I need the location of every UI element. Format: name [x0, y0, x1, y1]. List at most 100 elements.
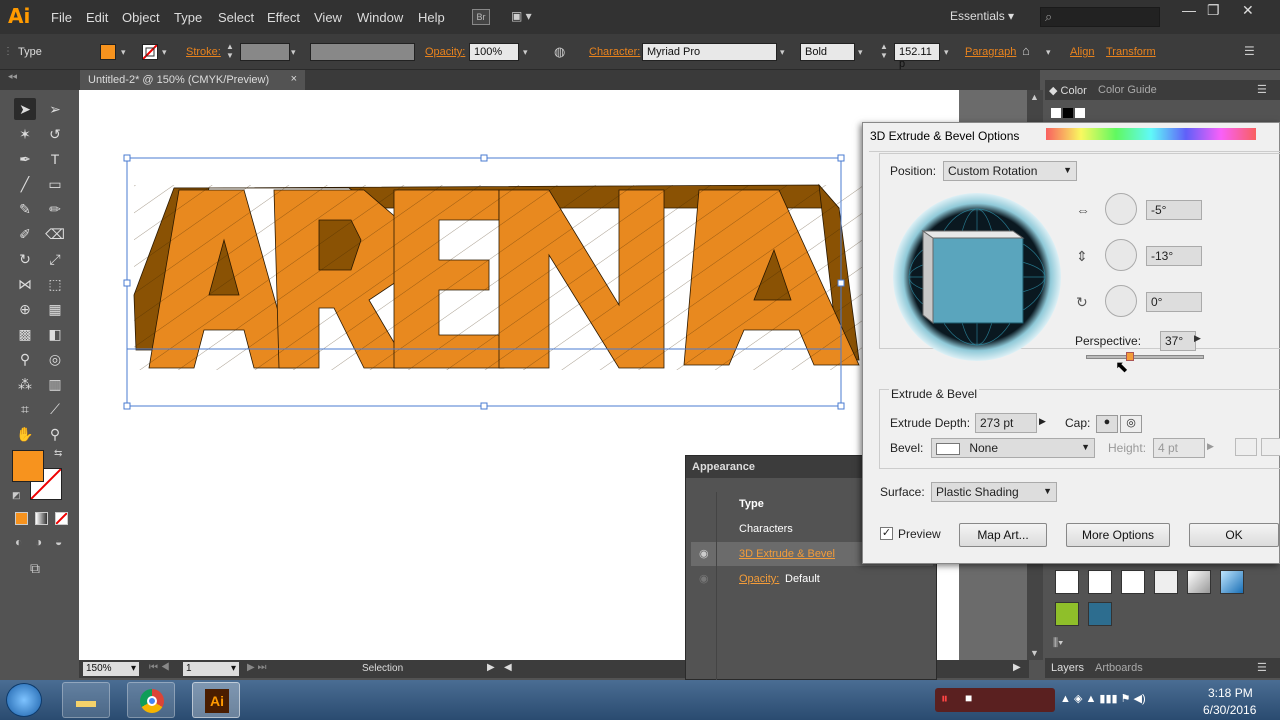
illustrator-taskbar-icon[interactable]: Ai	[192, 682, 240, 718]
magic-wand-tool-icon[interactable]: ✶	[14, 123, 36, 145]
rotate-tool-icon[interactable]: ↻	[14, 248, 36, 270]
cap-off-button[interactable]: ◎	[1120, 415, 1142, 433]
font-size-dropdown-icon[interactable]: ▾	[944, 47, 949, 58]
height-flyout-icon[interactable]: ▶	[1207, 441, 1214, 452]
stroke-dropdown-icon[interactable]: ▾	[162, 47, 167, 58]
tray-icons[interactable]: ▲ ◈ ▲ ▮▮▮ ⚑ ◀)	[1060, 692, 1146, 705]
font-family-field[interactable]: Myriad Pro	[642, 43, 777, 61]
scale-tool-icon[interactable]: ⤢	[44, 248, 66, 270]
scroll-left-icon[interactable]: ◀	[504, 662, 512, 673]
color-tab[interactable]: ◆ Color	[1049, 84, 1087, 97]
menu-select[interactable]: Select	[218, 10, 254, 25]
document-tab[interactable]: Untitled-2* @ 150% (CMYK/Preview) ×	[80, 70, 305, 90]
status-menu-icon[interactable]: ▶	[487, 662, 495, 673]
artboards-tab[interactable]: Artboards	[1095, 662, 1143, 674]
minimize-icon[interactable]: —	[1182, 2, 1196, 18]
draw-normal-icon[interactable]: ◐	[15, 535, 22, 549]
none-color-swatch[interactable]	[1051, 108, 1061, 118]
perspective-grid-tool-icon[interactable]: ▦	[44, 298, 66, 320]
fill-dropdown-icon[interactable]: ▾	[121, 47, 126, 58]
rotation-track-cube[interactable]	[893, 193, 1061, 361]
opacity-link[interactable]: Opacity:	[739, 573, 779, 585]
line-tool-icon[interactable]: ╱	[14, 173, 36, 195]
swatch-thumb[interactable]	[1154, 570, 1178, 594]
artboard-tool-icon[interactable]: ⌗	[14, 398, 36, 420]
perspective-flyout-icon[interactable]: ▶	[1194, 333, 1201, 344]
menu-view[interactable]: View	[314, 10, 342, 25]
swap-colors-icon[interactable]: ⇆	[54, 448, 62, 459]
opacity-label[interactable]: Opacity:	[425, 46, 465, 58]
envelope-dropdown-icon[interactable]: ▾	[1046, 47, 1051, 58]
fill-color-front[interactable]	[12, 450, 44, 482]
mesh-tool-icon[interactable]: ▩	[14, 323, 36, 345]
font-size-stepper[interactable]: ▲ ▼	[880, 42, 892, 62]
file-explorer-icon[interactable]: ▬	[62, 682, 110, 718]
shape-builder-tool-icon[interactable]: ⊕	[14, 298, 36, 320]
direct-selection-tool-icon[interactable]: ➢	[44, 98, 66, 120]
menu-object[interactable]: Object	[122, 10, 160, 25]
x-rotation-knob[interactable]	[1105, 193, 1137, 225]
perspective-field[interactable]: 37°	[1160, 331, 1196, 351]
x-rotation-field[interactable]: -5°	[1146, 200, 1202, 220]
clock-date[interactable]: 6/30/2016	[1203, 703, 1256, 717]
white-color-swatch[interactable]	[1075, 108, 1085, 118]
none-mode-icon[interactable]	[55, 512, 68, 525]
preview-checkbox[interactable]: ✓	[880, 527, 893, 540]
visibility-eye-icon[interactable]: ◉	[699, 572, 709, 585]
chrome-icon[interactable]	[127, 682, 175, 718]
eraser-tool-icon[interactable]: ⌫	[44, 223, 66, 245]
artboard-nav-prev-icon[interactable]: ⏮ ◀	[149, 662, 170, 673]
eyedropper-tool-icon[interactable]: ⚲	[14, 348, 36, 370]
appearance-title[interactable]: Appearance	[692, 461, 755, 473]
envelope-icon[interactable]: ⌂	[1022, 43, 1030, 58]
appearance-row-opacity[interactable]: ◉ Opacity: Default	[691, 567, 933, 591]
control-menu-icon[interactable]: ☰	[1244, 44, 1255, 58]
y-rotation-field[interactable]: -13°	[1146, 246, 1202, 266]
start-button[interactable]	[6, 683, 42, 717]
menu-help[interactable]: Help	[418, 10, 445, 25]
cap-on-button[interactable]: ●	[1096, 415, 1118, 433]
transform-label[interactable]: Transform	[1106, 46, 1156, 58]
color-guide-tab[interactable]: Color Guide	[1098, 84, 1157, 96]
recolor-icon[interactable]: ◍	[554, 44, 565, 60]
extrude-depth-flyout-icon[interactable]: ▶	[1039, 416, 1046, 427]
zoom-tool-icon[interactable]: ⚲	[44, 423, 66, 445]
menu-file[interactable]: File	[51, 10, 72, 25]
type-tool-icon[interactable]: T	[44, 148, 66, 170]
bridge-button[interactable]: Br	[472, 9, 490, 25]
swatch-thumb[interactable]	[1187, 570, 1211, 594]
swatch-thumb[interactable]	[1055, 570, 1079, 594]
default-colors-icon[interactable]: ◩	[12, 490, 21, 501]
z-rotation-knob[interactable]	[1105, 285, 1137, 317]
slice-tool-icon[interactable]: ⟋	[44, 398, 66, 420]
menu-window[interactable]: Window	[357, 10, 403, 25]
font-family-dropdown-icon[interactable]: ▾	[780, 47, 785, 58]
stroke-weight-dropdown-icon[interactable]: ▾	[291, 47, 296, 58]
swatch-thumb[interactable]	[1088, 602, 1112, 626]
map-art-button[interactable]: Map Art...	[959, 523, 1047, 547]
search-input[interactable]: ⌕	[1040, 7, 1160, 27]
font-size-field[interactable]: 152.11 p	[894, 43, 940, 70]
stroke-label[interactable]: Stroke:	[186, 46, 221, 58]
swatch-thumb[interactable]	[1055, 602, 1079, 626]
fill-swatch[interactable]	[100, 44, 116, 60]
y-rotation-knob[interactable]	[1105, 239, 1137, 271]
gradient-mode-icon[interactable]	[35, 512, 48, 525]
swatch-thumb[interactable]	[1121, 570, 1145, 594]
selection-tool-icon[interactable]: ➤	[14, 98, 36, 120]
menu-type[interactable]: Type	[174, 10, 202, 25]
workspace-switcher[interactable]: Essentials ▾	[950, 9, 1014, 23]
pencil-tool-icon[interactable]: ✏	[44, 198, 66, 220]
extrude-depth-field[interactable]: 273 pt	[975, 413, 1037, 433]
pen-tool-icon[interactable]: ✒	[14, 148, 36, 170]
blob-brush-tool-icon[interactable]: ✐	[14, 223, 36, 245]
recorder-toolbar[interactable]: ⏸ ■	[935, 688, 1055, 712]
stroke-stepper[interactable]: ▲ ▼	[226, 42, 238, 62]
zoom-field[interactable]: 150% ▾	[83, 662, 139, 676]
height-field[interactable]: 4 pt	[1153, 438, 1205, 458]
font-style-dropdown-icon[interactable]: ▾	[858, 47, 863, 58]
collapse-toolbar-icon[interactable]: ◂◂	[8, 71, 17, 82]
scroll-down-icon[interactable]: ▼	[1030, 648, 1039, 658]
blend-tool-icon[interactable]: ◎	[44, 348, 66, 370]
black-color-swatch[interactable]	[1063, 108, 1073, 118]
